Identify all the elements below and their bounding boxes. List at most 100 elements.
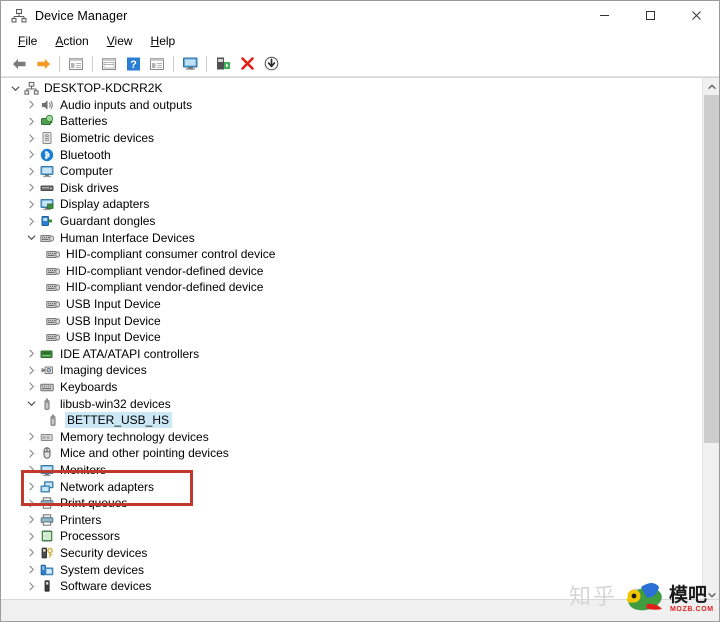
tree-node-guardant-dongles[interactable]: Guardant dongles	[1, 213, 702, 230]
chevron-right-icon[interactable]	[23, 196, 39, 212]
uninstall-device-icon[interactable]	[235, 53, 259, 75]
tree-node-biometric[interactable]: Biometric devices	[1, 130, 702, 147]
chevron-right-icon[interactable]	[23, 495, 39, 511]
tree-node-audio[interactable]: Audio inputs and outputs	[1, 97, 702, 114]
menu-action[interactable]: Action	[46, 32, 97, 50]
back-icon[interactable]	[7, 53, 31, 75]
tree-node-label: libusb-win32 devices	[60, 396, 171, 411]
properties-icon[interactable]	[97, 53, 121, 75]
tree-node-hid-consumer-control[interactable]: HID-compliant consumer control device	[1, 246, 702, 263]
chevron-right-icon[interactable]	[23, 578, 39, 594]
tree-node-network-adapters[interactable]: Network adapters	[1, 478, 702, 495]
processor-icon	[39, 528, 55, 544]
help-icon[interactable]: ?	[121, 53, 145, 75]
show-hide-console-tree-icon[interactable]	[64, 53, 88, 75]
svg-text:?: ?	[130, 59, 137, 71]
speaker-icon	[39, 97, 55, 113]
chevron-right-icon[interactable]	[23, 362, 39, 378]
maximize-button[interactable]	[627, 1, 673, 30]
tree-node-hid-vendor-defined-2[interactable]: HID-compliant vendor-defined device	[1, 279, 702, 296]
chevron-right-icon[interactable]	[23, 130, 39, 146]
device-tree[interactable]: DESKTOP-KDCRR2K Audio inputs and outputs	[1, 80, 702, 603]
tree-node-print-queues[interactable]: Print queues	[1, 495, 702, 512]
close-button[interactable]	[673, 1, 719, 30]
forward-icon[interactable]	[31, 53, 55, 75]
tree-node-system-devices[interactable]: System devices	[1, 561, 702, 578]
tree-node-printers[interactable]: Printers	[1, 511, 702, 528]
scrollbar-thumb[interactable]	[704, 95, 719, 443]
tree-node-bluetooth[interactable]: Bluetooth	[1, 146, 702, 163]
dongle-icon	[39, 213, 55, 229]
tree-node-label: Mice and other pointing devices	[60, 446, 229, 461]
chevron-right-icon[interactable]	[23, 512, 39, 528]
chevron-right-icon[interactable]	[23, 346, 39, 362]
tree-node-label: Batteries	[60, 114, 108, 129]
tree-node-memory-technology-devices[interactable]: Memory technology devices	[1, 428, 702, 445]
chevron-right-icon[interactable]	[23, 163, 39, 179]
tree-node-label: Print queues	[60, 496, 128, 511]
tree-node-software-devices[interactable]: Software devices	[1, 578, 702, 595]
update-driver-icon[interactable]	[211, 53, 235, 75]
menu-view[interactable]: View	[98, 32, 142, 50]
tree-node-disk-drives[interactable]: Disk drives	[1, 180, 702, 197]
tree-node-batteries[interactable]: Batteries	[1, 113, 702, 130]
vertical-scrollbar[interactable]	[702, 78, 719, 603]
tree-node-mice[interactable]: Mice and other pointing devices	[1, 445, 702, 462]
minimize-button[interactable]	[581, 1, 627, 30]
tree-node-label: Audio inputs and outputs	[60, 97, 193, 112]
tree-node-display-adapters[interactable]: Display adapters	[1, 196, 702, 213]
menu-help[interactable]: Help	[142, 32, 185, 50]
tree-node-desktop[interactable]: DESKTOP-KDCRR2K	[1, 80, 702, 97]
tree-node-label: Monitors	[60, 462, 107, 477]
title-bar: Device Manager	[1, 1, 719, 30]
tree-node-label: Printers	[60, 512, 102, 527]
tree-node-processors[interactable]: Processors	[1, 528, 702, 545]
tree-node-usb-input-device-2[interactable]: USB Input Device	[1, 312, 702, 329]
chevron-down-icon[interactable]	[23, 230, 39, 246]
chevron-right-icon[interactable]	[23, 462, 39, 478]
scrollbar-track[interactable]	[703, 95, 719, 586]
view-icon[interactable]	[145, 53, 169, 75]
usb-icon	[45, 412, 61, 428]
chevron-right-icon[interactable]	[23, 147, 39, 163]
tree-node-label: Software devices	[60, 579, 152, 594]
chevron-right-icon[interactable]	[23, 528, 39, 544]
tree-node-better-usb-hs[interactable]: BETTER_USB_HS	[1, 412, 702, 429]
tree-node-label: System devices	[60, 562, 145, 577]
tree-node-human-interface-devices[interactable]: Human Interface Devices	[1, 229, 702, 246]
tree-node-hid-vendor-defined-1[interactable]: HID-compliant vendor-defined device	[1, 263, 702, 280]
tree-node-libusb-win32-devices[interactable]: libusb-win32 devices	[1, 395, 702, 412]
chevron-right-icon[interactable]	[23, 545, 39, 561]
chevron-right-icon[interactable]	[23, 180, 39, 196]
tree-node-label: Guardant dongles	[60, 214, 156, 229]
tree-node-label: HID-compliant consumer control device	[66, 247, 276, 262]
menu-file[interactable]: File	[9, 32, 46, 50]
chevron-right-icon[interactable]	[23, 479, 39, 495]
tree-node-imaging-devices[interactable]: Imaging devices	[1, 362, 702, 379]
tree-node-usb-input-device-1[interactable]: USB Input Device	[1, 296, 702, 313]
disable-device-icon[interactable]	[259, 53, 283, 75]
chevron-down-icon[interactable]	[7, 80, 23, 96]
tree-node-security-devices[interactable]: Security devices	[1, 545, 702, 562]
window-title: Device Manager	[35, 8, 128, 23]
chevron-right-icon[interactable]	[23, 97, 39, 113]
chevron-down-icon[interactable]	[23, 396, 39, 412]
battery-icon	[39, 113, 55, 129]
scroll-up-button[interactable]	[703, 78, 719, 95]
chevron-right-icon[interactable]	[23, 445, 39, 461]
scan-for-hardware-changes-icon[interactable]	[178, 53, 202, 75]
tree-node-label: Processors	[60, 529, 121, 544]
tree-node-ide-controllers[interactable]: IDE ATA/ATAPI controllers	[1, 346, 702, 363]
chevron-right-icon[interactable]	[23, 562, 39, 578]
tree-node-label: Network adapters	[60, 479, 155, 494]
tree-node-monitors[interactable]: Monitors	[1, 462, 702, 479]
chevron-right-icon[interactable]	[23, 113, 39, 129]
tree-node-keyboards[interactable]: Keyboards	[1, 379, 702, 396]
tree-node-usb-input-device-3[interactable]: USB Input Device	[1, 329, 702, 346]
chevron-right-icon[interactable]	[23, 379, 39, 395]
window-controls	[581, 1, 719, 30]
tree-node-computer[interactable]: Computer	[1, 163, 702, 180]
tree-node-label: HID-compliant vendor-defined device	[66, 263, 264, 278]
chevron-right-icon[interactable]	[23, 213, 39, 229]
chevron-right-icon[interactable]	[23, 429, 39, 445]
